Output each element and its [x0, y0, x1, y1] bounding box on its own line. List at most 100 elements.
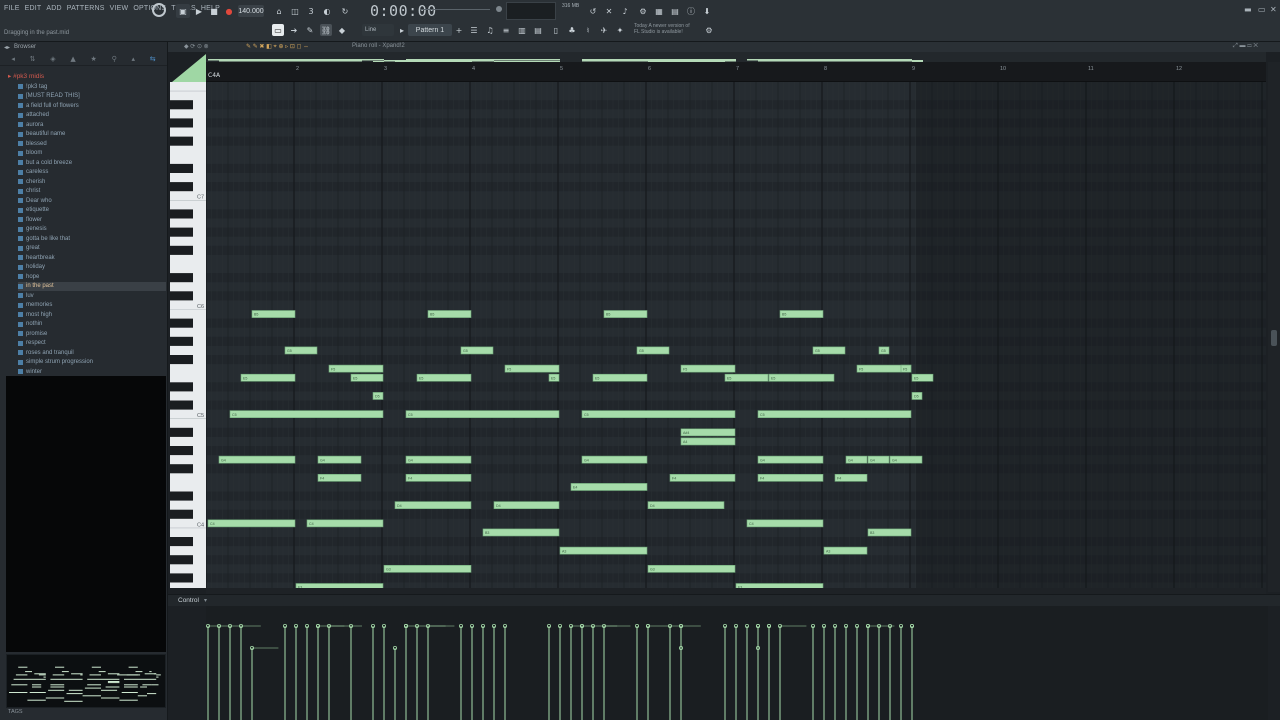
note[interactable]	[416, 373, 472, 382]
note[interactable]	[757, 473, 824, 482]
control-dropdown-icon[interactable]: ▾	[204, 597, 207, 604]
channel-rack-icon[interactable]: ▦	[652, 4, 666, 18]
blend-icon[interactable]: ◐	[320, 4, 334, 18]
tempo-display[interactable]: 140.000	[238, 5, 264, 17]
note[interactable]	[229, 410, 384, 419]
black-key[interactable]	[170, 163, 193, 173]
snap-magnet-icon[interactable]: ◆	[336, 24, 348, 36]
vertical-scroll-thumb[interactable]	[1271, 330, 1277, 346]
note[interactable]	[647, 564, 736, 573]
black-key[interactable]	[170, 118, 193, 128]
draw-tool-icon[interactable]: ✎ ✎ ✖ ◧ ⌖ ⊕ ▹ ⊡ ◻ ⇔	[246, 43, 309, 51]
black-key[interactable]	[170, 509, 193, 519]
file-item[interactable]: !pk3 tag	[18, 82, 166, 92]
black-key[interactable]	[170, 573, 193, 583]
file-item[interactable]: luv	[18, 291, 166, 301]
note[interactable]	[757, 410, 912, 419]
piano-roll-window-icons[interactable]: ⤢ ▬ ▭ ✕	[1233, 43, 1258, 50]
song-mode-icon[interactable]: ♫	[484, 24, 496, 36]
note[interactable]	[768, 373, 835, 382]
browser-settings-icon[interactable]: ▴	[131, 55, 135, 63]
note[interactable]	[394, 501, 472, 510]
file-item[interactable]: etiquette	[18, 206, 166, 216]
black-key[interactable]	[170, 100, 193, 110]
pitch-knob-icon[interactable]	[496, 6, 502, 12]
tuner-icon[interactable]: ♮	[582, 24, 594, 36]
master-pitch-slider[interactable]	[420, 9, 490, 10]
note[interactable]	[746, 519, 824, 528]
news-panel[interactable]: Today A newer version of FL Studio is av…	[634, 23, 714, 35]
link-icon[interactable]: ⛓	[320, 24, 332, 36]
note[interactable]	[306, 519, 384, 528]
note[interactable]	[757, 455, 824, 464]
pattern-arrow-icon[interactable]: ▸	[398, 24, 406, 36]
velocity-lane[interactable]	[206, 606, 1268, 720]
wait-icon[interactable]: ◫	[288, 4, 302, 18]
piano-roll-icon[interactable]: ▭	[272, 24, 284, 36]
folder-pk3-midis[interactable]: ▸ #pk3 midis	[8, 72, 44, 80]
note[interactable]	[581, 410, 736, 419]
black-key[interactable]	[170, 136, 193, 146]
undo-icon[interactable]: ↺	[586, 4, 600, 18]
note[interactable]	[427, 310, 472, 318]
note[interactable]	[779, 310, 824, 318]
file-item[interactable]: cherish	[18, 177, 166, 187]
file-item[interactable]: in the past	[18, 281, 166, 291]
mic-icon[interactable]: ♪	[618, 4, 632, 18]
file-item[interactable]: nothin	[18, 320, 166, 330]
browser-search-icon[interactable]: ⚲	[112, 55, 117, 63]
black-key[interactable]	[170, 464, 193, 474]
note[interactable]	[317, 473, 362, 482]
note[interactable]	[581, 455, 648, 464]
menu-view[interactable]: VIEW	[110, 5, 129, 12]
browser-arrow-icon[interactable]: ◂▸	[4, 44, 10, 51]
black-key[interactable]	[170, 555, 193, 565]
file-item[interactable]: Dear who	[18, 196, 166, 206]
timeline-ruler[interactable]: C4A 2 3 4 5 6 7 8 9 10 11 12	[206, 62, 1266, 82]
download-icon[interactable]: ⬇	[700, 4, 714, 18]
black-key[interactable]	[170, 446, 193, 456]
play-icon[interactable]: ▶	[192, 4, 206, 18]
minimize-icon[interactable]: ▬	[1244, 5, 1252, 14]
note[interactable]	[867, 528, 912, 537]
file-item[interactable]: holiday	[18, 263, 166, 273]
playlist-icon[interactable]: ▤	[668, 4, 682, 18]
note[interactable]	[570, 483, 648, 491]
close-icon[interactable]: ✕	[1270, 5, 1277, 14]
note[interactable]	[493, 501, 560, 510]
piano-roll-menu-icon[interactable]: ◆ ⟳ ⊙ ⊗	[184, 43, 209, 50]
file-item[interactable]: careless	[18, 168, 166, 178]
note[interactable]	[823, 546, 868, 555]
song-pattern-toggle[interactable]: ▣	[176, 4, 190, 18]
file-item[interactable]: most high	[18, 310, 166, 320]
note-grid-canvas[interactable]: B5 G5 E5 C5 B5 G5 E5 C5 B5 G5 E5 C5 B5 G5 E5 C5 F5 F5 F5 F5…	[206, 82, 1266, 588]
file-item[interactable]: memories	[18, 301, 166, 311]
note[interactable]	[559, 546, 648, 555]
note-grid[interactable]: B5 G5 E5 C5 B5 G5 E5 C5 B5 G5 E5 C5 B5 G5 E5 C5 F5 F5 F5 F5…	[206, 82, 1266, 588]
file-item[interactable]: christ	[18, 187, 166, 197]
tool-icon[interactable]: ✦	[614, 24, 626, 36]
velocity-bars[interactable]	[206, 606, 1268, 720]
file-item[interactable]: flower	[18, 215, 166, 225]
note[interactable]	[504, 364, 560, 373]
menu-patterns[interactable]: PATTERNS	[67, 5, 105, 12]
note[interactable]	[482, 528, 560, 537]
black-key[interactable]	[170, 336, 193, 346]
menu-file[interactable]: FILE	[4, 5, 20, 12]
black-key[interactable]	[170, 182, 193, 192]
black-key[interactable]	[170, 227, 193, 237]
metronome-icon[interactable]: ⌂	[272, 4, 286, 18]
browser-star-icon[interactable]: ★	[91, 55, 97, 63]
black-key[interactable]	[170, 491, 193, 501]
browser-sort-icon[interactable]: ▲	[70, 55, 75, 63]
plugin-picker-icon[interactable]: ♣	[566, 24, 578, 36]
browser-link-icon[interactable]: ⇆	[150, 55, 156, 63]
black-key[interactable]	[170, 355, 193, 365]
plugin-icon[interactable]: ⚙	[636, 4, 650, 18]
black-key[interactable]	[170, 537, 193, 547]
playhead-marker[interactable]	[172, 54, 206, 82]
menu-add[interactable]: ADD	[46, 5, 61, 12]
note[interactable]	[405, 473, 472, 482]
time-display[interactable]: 0:00:00	[370, 2, 437, 20]
black-key[interactable]	[170, 382, 193, 392]
